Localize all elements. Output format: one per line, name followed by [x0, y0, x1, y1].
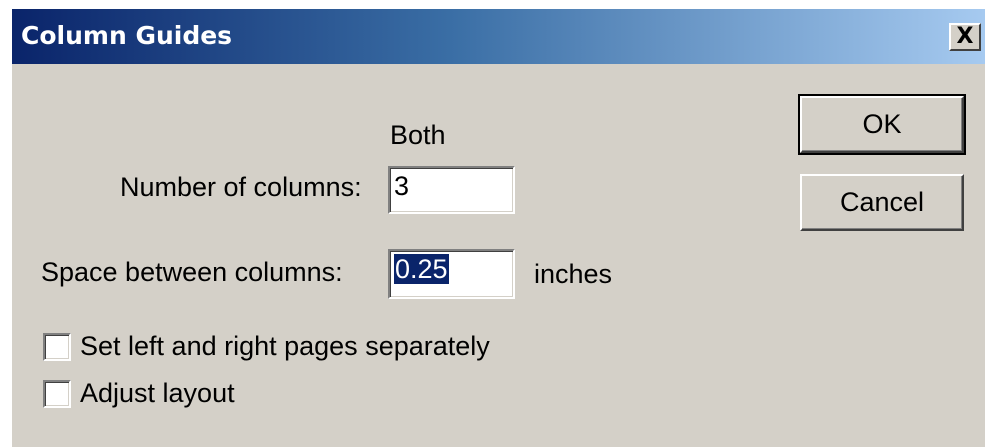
set-pages-separately-label[interactable]: Set left and right pages separately	[80, 331, 490, 362]
close-icon: X	[956, 24, 974, 49]
number-of-columns-input[interactable]: 3	[388, 166, 515, 214]
dialog-title: Column Guides	[21, 21, 233, 50]
adjust-layout-label[interactable]: Adjust layout	[80, 378, 235, 409]
column-guides-dialog: Column Guides X Both Number of columns: …	[0, 0, 985, 447]
ok-button[interactable]: OK	[798, 94, 966, 155]
both-column-header: Both	[390, 120, 446, 150]
adjust-layout-checkbox[interactable]	[43, 380, 71, 408]
ok-button-label: OK	[862, 109, 902, 139]
close-button[interactable]: X	[949, 23, 981, 51]
cancel-button-label: Cancel	[839, 187, 925, 217]
number-of-columns-label: Number of columns:	[120, 172, 362, 202]
title-bar[interactable]: Column Guides X	[12, 9, 985, 64]
space-between-columns-value: 0.25	[394, 254, 449, 284]
inches-unit-label: inches	[534, 259, 613, 289]
space-between-columns-input[interactable]: 0.25	[388, 249, 515, 299]
space-between-columns-label: Space between columns:	[41, 257, 343, 287]
number-of-columns-value: 3	[394, 171, 410, 201]
set-pages-separately-checkbox[interactable]	[43, 333, 71, 361]
cancel-button[interactable]: Cancel	[800, 174, 964, 231]
